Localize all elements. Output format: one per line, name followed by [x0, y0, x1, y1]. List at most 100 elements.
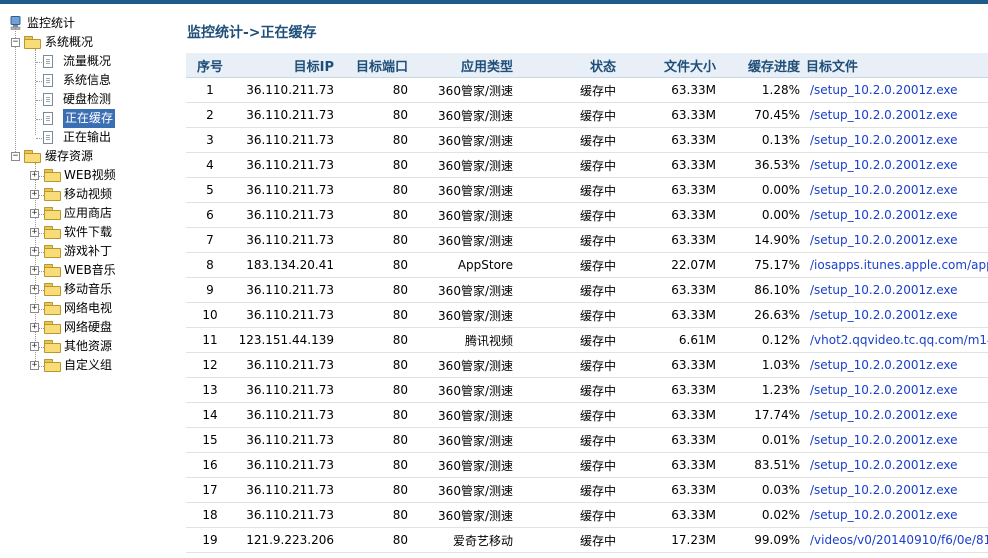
- cell-target-file[interactable]: /setup_10.2.0.2001z.exe: [800, 227, 988, 253]
- page-icon: [43, 55, 53, 68]
- cell-cache-progress: 36.53%: [716, 152, 800, 178]
- plus-box-icon[interactable]: +: [30, 342, 39, 351]
- table-row[interactable]: 1 36.110.211.73 80 360管家/测速 缓存中 63.33M 1.28%/s…: [186, 77, 988, 103]
- tree-group-label: 缓存资源: [45, 149, 94, 163]
- cell-index: 10: [186, 302, 234, 328]
- cell-target-ip: 36.110.211.73: [234, 402, 334, 428]
- tree-item-2-3[interactable]: + 应用商店: [30, 204, 180, 223]
- cell-target-ip: 36.110.211.73: [234, 227, 334, 253]
- table-row[interactable]: 14 36.110.211.73 80 360管家/测速 缓存中 63.33M 17.74%…: [186, 402, 988, 428]
- cell-app-type: 360管家/测速: [408, 127, 513, 153]
- cell-target-ip: 36.110.211.73: [234, 352, 334, 378]
- cell-target-file[interactable]: /setup_10.2.0.2001z.exe: [800, 477, 988, 503]
- tree-item-2-4[interactable]: + 软件下载: [30, 223, 180, 242]
- cell-status: 缓存中: [513, 277, 616, 303]
- plus-box-icon[interactable]: +: [30, 266, 39, 275]
- cell-target-file[interactable]: /setup_10.2.0.2001z.exe: [800, 202, 988, 228]
- cell-app-type: 360管家/测速: [408, 302, 513, 328]
- tree-item-2-6[interactable]: + WEB音乐: [30, 261, 180, 280]
- tree-item-2-10[interactable]: + 其他资源: [30, 337, 180, 356]
- cell-target-file[interactable]: /setup_10.2.0.2001z.exe: [800, 77, 988, 103]
- cell-app-type: 360管家/测速: [408, 277, 513, 303]
- cell-target-ip: 36.110.211.73: [234, 177, 334, 203]
- cell-target-file[interactable]: /setup_10.2.0.2001z.exe: [800, 277, 988, 303]
- table-row[interactable]: 10 36.110.211.73 80 360管家/测速 缓存中 63.33M 26.63%…: [186, 302, 988, 328]
- plus-box-icon[interactable]: +: [30, 228, 39, 237]
- cell-app-type: 360管家/测速: [408, 402, 513, 428]
- cell-target-file[interactable]: /setup_10.2.0.2001z.exe: [800, 452, 988, 478]
- table-row[interactable]: 5 36.110.211.73 80 360管家/测速 缓存中 63.33M 0.00%/s…: [186, 177, 988, 203]
- cell-target-file[interactable]: /setup_10.2.0.2001z.exe: [800, 427, 988, 453]
- cell-app-type: 360管家/测速: [408, 177, 513, 203]
- table-row[interactable]: 15 36.110.211.73 80 360管家/测速 缓存中 63.33M 0.01% /…: [186, 427, 988, 453]
- table-row[interactable]: 17 36.110.211.73 80 360管家/测速 缓存中 63.33M 0.03% /…: [186, 477, 988, 503]
- tree-item-2-5[interactable]: + 游戏补丁: [30, 242, 180, 261]
- cell-target-file[interactable]: /videos/v0/20140910/f6/0e/81: [800, 527, 988, 553]
- cell-target-port: 80: [334, 402, 408, 428]
- table-row[interactable]: 18 36.110.211.73 80 360管家/测速 缓存中 63.33M 0.02% /…: [186, 502, 988, 528]
- tree-item-1-3[interactable]: 硬盘检测: [30, 90, 180, 109]
- tree-item-2-1[interactable]: + WEB视频: [30, 166, 180, 185]
- minus-box-icon[interactable]: −: [11, 152, 20, 161]
- plus-box-icon[interactable]: +: [30, 247, 39, 256]
- cell-file-size: 63.33M: [616, 302, 716, 328]
- cell-target-file[interactable]: /setup_10.2.0.2001z.exe: [800, 302, 988, 328]
- cell-target-file[interactable]: /setup_10.2.0.2001z.exe: [800, 177, 988, 203]
- cell-target-file[interactable]: /setup_10.2.0.2001z.exe: [800, 502, 988, 528]
- tree-item-label: 系统信息: [63, 73, 112, 87]
- tree-item-2-7[interactable]: + 移动音乐: [30, 280, 180, 299]
- tree-item-1-1[interactable]: 流量概况: [30, 52, 180, 71]
- cell-cache-progress: 0.02%: [716, 502, 800, 528]
- cell-app-type: 360管家/测速: [408, 502, 513, 528]
- tree-item-2-11[interactable]: + 自定义组: [30, 356, 180, 375]
- table-row[interactable]: 9 36.110.211.73 80 360管家/测速 缓存中 63.33M 86.10% /…: [186, 277, 988, 303]
- tree-item-2-2[interactable]: + 移动视频: [30, 185, 180, 204]
- table-row[interactable]: 16 36.110.211.73 80 360管家/测速 缓存中 63.33M 83.51%…: [186, 452, 988, 478]
- table-row[interactable]: 4 36.110.211.73 80 360管家/测速 缓存中 63.33M 36.53% /…: [186, 152, 988, 178]
- cell-index: 19: [186, 527, 234, 553]
- cell-target-port: 80: [334, 327, 408, 353]
- cell-target-file[interactable]: /setup_10.2.0.2001z.exe: [800, 127, 988, 153]
- cell-target-port: 80: [334, 527, 408, 553]
- tree-item-2-8[interactable]: + 网络电视: [30, 299, 180, 318]
- cell-target-file[interactable]: /setup_10.2.0.2001z.exe: [800, 102, 988, 128]
- table-row[interactable]: 7 36.110.211.73 80 360管家/测速 缓存中 63.33M 14.90% /…: [186, 227, 988, 253]
- tree-item-1-5[interactable]: 正在输出: [30, 128, 180, 147]
- table-row[interactable]: 6 36.110.211.73 80 360管家/测速 缓存中 63.33M 0.00%/s…: [186, 202, 988, 228]
- plus-box-icon[interactable]: +: [30, 209, 39, 218]
- plus-box-icon[interactable]: +: [30, 190, 39, 199]
- cell-target-file[interactable]: /setup_10.2.0.2001z.exe: [800, 352, 988, 378]
- table-row[interactable]: 3 36.110.211.73 80 360管家/测速 缓存中 63.33M 0.13%/s…: [186, 127, 988, 153]
- table-row[interactable]: 12 36.110.211.73 80 360管家/测速 缓存中 63.33M 1.03% /…: [186, 352, 988, 378]
- tree-item-2-9[interactable]: + 网络硬盘: [30, 318, 180, 337]
- tree-item-1-2[interactable]: 系统信息: [30, 71, 180, 90]
- cell-cache-progress: 1.03%: [716, 352, 800, 378]
- cell-index: 18: [186, 502, 234, 528]
- folder-icon: [44, 226, 61, 239]
- plus-box-icon[interactable]: +: [30, 171, 39, 180]
- plus-box-icon[interactable]: +: [30, 304, 39, 313]
- plus-box-icon[interactable]: +: [30, 323, 39, 332]
- table-row[interactable]: 13 36.110.211.73 80 360管家/测速 缓存中 63.33M 1.23% /…: [186, 377, 988, 403]
- minus-box-icon[interactable]: −: [11, 38, 20, 47]
- cell-file-size: 63.33M: [616, 402, 716, 428]
- tree-item-1-4[interactable]: 正在缓存: [30, 109, 180, 128]
- tree-item-label: 正在缓存: [63, 109, 116, 128]
- cell-target-port: 80: [334, 502, 408, 528]
- table-row[interactable]: 19 121.9.223.206 80 爱奇艺移动 缓存中 17.23M 99.09%/vi…: [186, 527, 988, 553]
- cell-target-file[interactable]: /setup_10.2.0.2001z.exe: [800, 152, 988, 178]
- table-row[interactable]: 2 36.110.211.73 80 360管家/测速 缓存中 63.33M 70.45% /…: [186, 102, 988, 128]
- plus-box-icon[interactable]: +: [30, 361, 39, 370]
- plus-box-icon[interactable]: +: [30, 285, 39, 294]
- table-row[interactable]: 8 183.134.20.41 80 AppStore 缓存中 22.07M 75.17% /…: [186, 252, 988, 278]
- column-header-file-size: 文件大小: [616, 53, 716, 78]
- cell-file-size: 63.33M: [616, 152, 716, 178]
- cell-index: 11: [186, 327, 234, 353]
- cell-app-type: 爱奇艺移动: [408, 527, 513, 553]
- cell-target-file[interactable]: /setup_10.2.0.2001z.exe: [800, 402, 988, 428]
- cell-status: 缓存中: [513, 102, 616, 128]
- cell-target-file[interactable]: /iosapps.itunes.apple.com/appl: [800, 252, 988, 278]
- table-row[interactable]: 11 123.151.44.139 80 腾讯视频 缓存中 6.61M 0.12%/vhot…: [186, 327, 988, 353]
- cell-target-file[interactable]: /vhot2.qqvideo.tc.qq.com/m14: [800, 327, 988, 353]
- cell-target-file[interactable]: /setup_10.2.0.2001z.exe: [800, 377, 988, 403]
